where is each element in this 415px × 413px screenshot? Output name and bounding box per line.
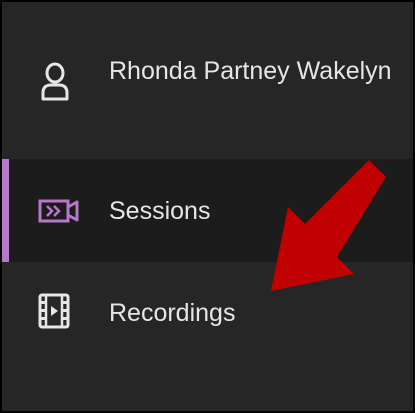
film-recording-icon <box>38 293 70 329</box>
sidebar-panel: Rhonda Partney Wakelyn Sessions Recordin… <box>0 0 415 413</box>
sidebar-item-label: Recordings <box>109 299 236 327</box>
sidebar-item-user-profile[interactable]: Rhonda Partney Wakelyn <box>2 2 413 159</box>
user-name: Rhonda Partney Wakelyn <box>109 57 392 85</box>
sidebar-item-recordings[interactable]: Recordings <box>2 262 413 362</box>
sidebar-item-sessions[interactable]: Sessions <box>2 159 413 262</box>
sessions-video-icon <box>38 197 80 225</box>
sidebar-item-label: Sessions <box>109 197 211 225</box>
user-icon <box>40 62 70 102</box>
active-indicator <box>2 159 9 262</box>
